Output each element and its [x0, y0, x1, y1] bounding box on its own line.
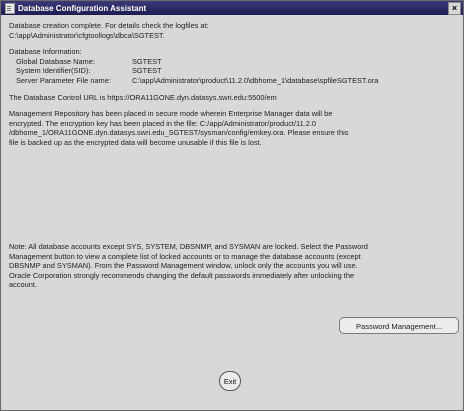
summary-content: Database creation complete. For details …	[9, 21, 457, 148]
info-value: SGTEST	[132, 66, 162, 76]
app-icon	[5, 2, 15, 14]
repository-note-line: file is backed up as the encrypted data …	[9, 137, 262, 147]
accounts-note-line: account.	[9, 280, 37, 290]
repository-note-line: Management Repository has been placed in…	[9, 109, 333, 119]
dbca-window: Database Configuration Assistant × Datab…	[0, 0, 464, 411]
info-label: System Identifier(SID):	[16, 66, 91, 76]
info-label: Global Database Name:	[16, 56, 95, 66]
info-row-global-name: Global Database Name: SGTEST	[9, 57, 457, 67]
accounts-note-line: Management button to view a complete lis…	[9, 251, 361, 261]
creation-complete-text: Database creation complete. For details …	[9, 21, 209, 30]
info-row-spfile: Server Parameter File name: C:\app\Admin…	[9, 76, 457, 86]
title-bar: Database Configuration Assistant ×	[1, 1, 463, 15]
info-value: C:\app\Administrator\product\11.2.0\dbho…	[132, 75, 379, 85]
db-info-heading: Database Information:	[9, 47, 82, 57]
accounts-note-line: Note: All database accounts except SYS, …	[9, 242, 368, 251]
accounts-note-line: Oracle Corporation strongly recommends c…	[9, 270, 355, 280]
logfile-path: C:\app\Administrator\cfgtoollogs\dbca\SG…	[9, 30, 165, 40]
info-label: Server Parameter File name:	[16, 75, 111, 85]
info-row-sid: System Identifier(SID): SGTEST	[9, 66, 457, 76]
accounts-note: Note: All database accounts except SYS, …	[9, 242, 457, 290]
info-value: SGTEST	[132, 56, 162, 66]
repository-note-line: /dbhome_1/ORA11GONE.dyn.datasys.swri.edu…	[9, 128, 349, 138]
close-button[interactable]: ×	[448, 2, 461, 15]
window-title: Database Configuration Assistant	[18, 3, 147, 13]
exit-button[interactable]: Exit	[219, 371, 241, 391]
db-control-url: The Database Control URL is https://ORA1…	[9, 92, 277, 102]
repository-note-line: encrypted. The encryption key has been p…	[9, 118, 317, 128]
password-management-button[interactable]: Password Management...	[339, 317, 459, 334]
accounts-note-line: DBSNMP and SYSMAN). From the Password Ma…	[9, 261, 358, 271]
